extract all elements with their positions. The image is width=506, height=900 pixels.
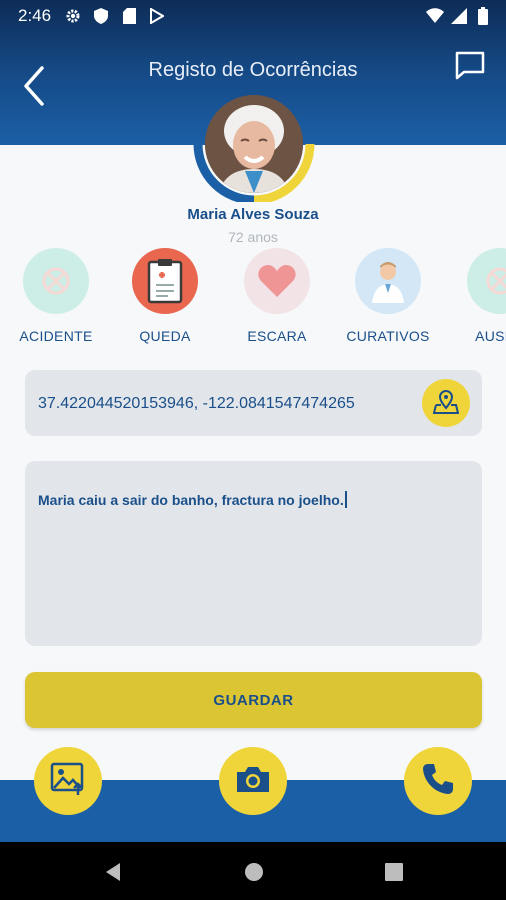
- upload-image-button[interactable]: [34, 747, 102, 815]
- status-bar: 2:46: [0, 0, 506, 32]
- text-caret: [344, 491, 347, 508]
- play-store-icon: [148, 7, 166, 25]
- map-pin-icon: [432, 388, 460, 419]
- coordinates-text: 37.422044520153946, -122.0841547474265: [38, 395, 355, 412]
- nav-home-button[interactable]: [243, 861, 265, 883]
- accident-icon: [23, 248, 89, 314]
- status-time: 2:46: [18, 6, 52, 25]
- category-escara[interactable]: ESCARA: [227, 248, 327, 344]
- signal-icon: [450, 7, 468, 25]
- battery-icon: [474, 7, 492, 25]
- avatar[interactable]: [205, 95, 303, 193]
- category-queda[interactable]: QUEDA: [115, 248, 215, 344]
- save-button[interactable]: GUARDAR: [25, 672, 482, 728]
- category-curativos[interactable]: CURATIVOS: [338, 248, 438, 344]
- clipboard-icon: [132, 248, 198, 314]
- phone-icon: [421, 762, 455, 801]
- category-label: CURATIVOS: [346, 328, 430, 344]
- back-button[interactable]: [20, 64, 52, 108]
- description-text: Maria caiu a sair do banho, fractura no …: [38, 492, 344, 508]
- call-button[interactable]: [404, 747, 472, 815]
- category-row: ACIDENTE QUEDA ESCARA CURATIVOS AUSEN: [0, 248, 506, 348]
- category-label: AUSEN: [475, 328, 506, 344]
- doctor-icon: [355, 248, 421, 314]
- sd-card-icon: [120, 7, 138, 25]
- camera-icon: [235, 764, 271, 799]
- heart-icon: [244, 248, 310, 314]
- person-name: Maria Alves Souza: [187, 206, 319, 223]
- absence-icon: [467, 248, 506, 314]
- camera-button[interactable]: [219, 747, 287, 815]
- nav-back-button[interactable]: [102, 861, 124, 883]
- wifi-icon: [426, 7, 444, 25]
- chat-button[interactable]: [454, 50, 486, 82]
- category-label: QUEDA: [139, 328, 191, 344]
- map-button[interactable]: [422, 379, 470, 427]
- person-age: 72 anos: [228, 229, 278, 245]
- shield-icon: [92, 7, 110, 25]
- image-upload-icon: [50, 762, 86, 801]
- category-acidente[interactable]: ACIDENTE: [6, 248, 106, 344]
- system-nav-bar: [0, 842, 506, 900]
- chat-bubble-icon: [454, 51, 486, 86]
- category-label: ESCARA: [247, 328, 307, 344]
- nav-recents-button[interactable]: [383, 861, 405, 883]
- description-field[interactable]: Maria caiu a sair do banho, fractura no …: [25, 461, 482, 646]
- page-title: Registo de Ocorrências: [148, 59, 358, 81]
- category-label: ACIDENTE: [19, 328, 93, 344]
- gear-icon: [64, 7, 82, 25]
- category-ausencia[interactable]: AUSEN: [450, 248, 506, 344]
- location-field[interactable]: 37.422044520153946, -122.0841547474265: [25, 370, 482, 436]
